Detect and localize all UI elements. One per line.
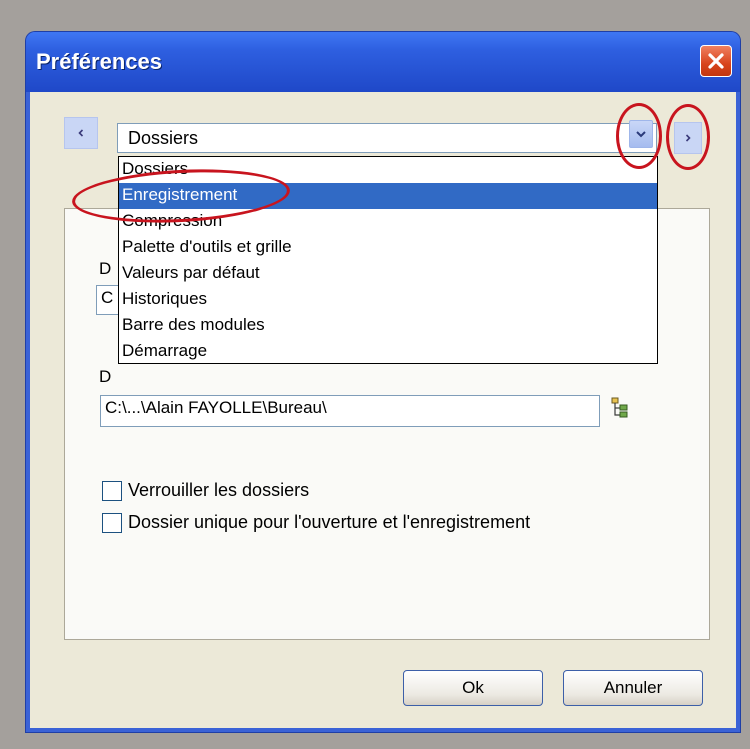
folder-tree-icon[interactable] xyxy=(610,397,630,419)
ok-button[interactable]: Ok xyxy=(403,670,543,706)
dropdown-item-demarrage[interactable]: Démarrage xyxy=(119,339,657,365)
close-button[interactable] xyxy=(700,45,732,77)
title-bar[interactable]: Préférences xyxy=(26,32,740,92)
lock-folders-checkbox[interactable] xyxy=(102,480,122,501)
dropdown-item-historiques[interactable]: Historiques xyxy=(119,287,657,313)
panel-label-1: D xyxy=(99,259,112,278)
dropdown-item-barre-modules[interactable]: Barre des modules xyxy=(119,313,657,339)
chevron-left-icon xyxy=(78,129,84,137)
previous-page-button[interactable] xyxy=(64,117,98,149)
dropdown-item-valeurs[interactable]: Valeurs par défaut xyxy=(119,261,657,287)
folder-path-field-2[interactable]: C:\...\Alain FAYOLLE\Bureau\ xyxy=(100,395,600,427)
annotation-ellipse-next-button xyxy=(666,104,710,170)
annotation-ellipse-dropdown-button xyxy=(616,103,662,169)
dropdown-item-palette[interactable]: Palette d'outils et grille xyxy=(119,235,657,261)
combobox-value: Dossiers xyxy=(128,128,199,148)
close-icon xyxy=(708,53,724,69)
single-folder-label: Dossier unique pour l'ouverture et l'enr… xyxy=(128,512,531,532)
panel-label-2: D xyxy=(99,367,112,386)
folder-path-field-1[interactable]: C xyxy=(96,285,120,315)
category-combobox[interactable]: Dossiers xyxy=(117,123,657,153)
window-title: Préférences xyxy=(36,49,162,74)
cancel-button[interactable]: Annuler xyxy=(563,670,703,706)
single-folder-checkbox[interactable] xyxy=(102,512,122,533)
lock-folders-label: Verrouiller les dossiers xyxy=(128,480,310,500)
lock-folders-option[interactable]: Verrouiller les dossiers xyxy=(102,480,309,501)
single-folder-option[interactable]: Dossier unique pour l'ouverture et l'enr… xyxy=(102,512,530,533)
